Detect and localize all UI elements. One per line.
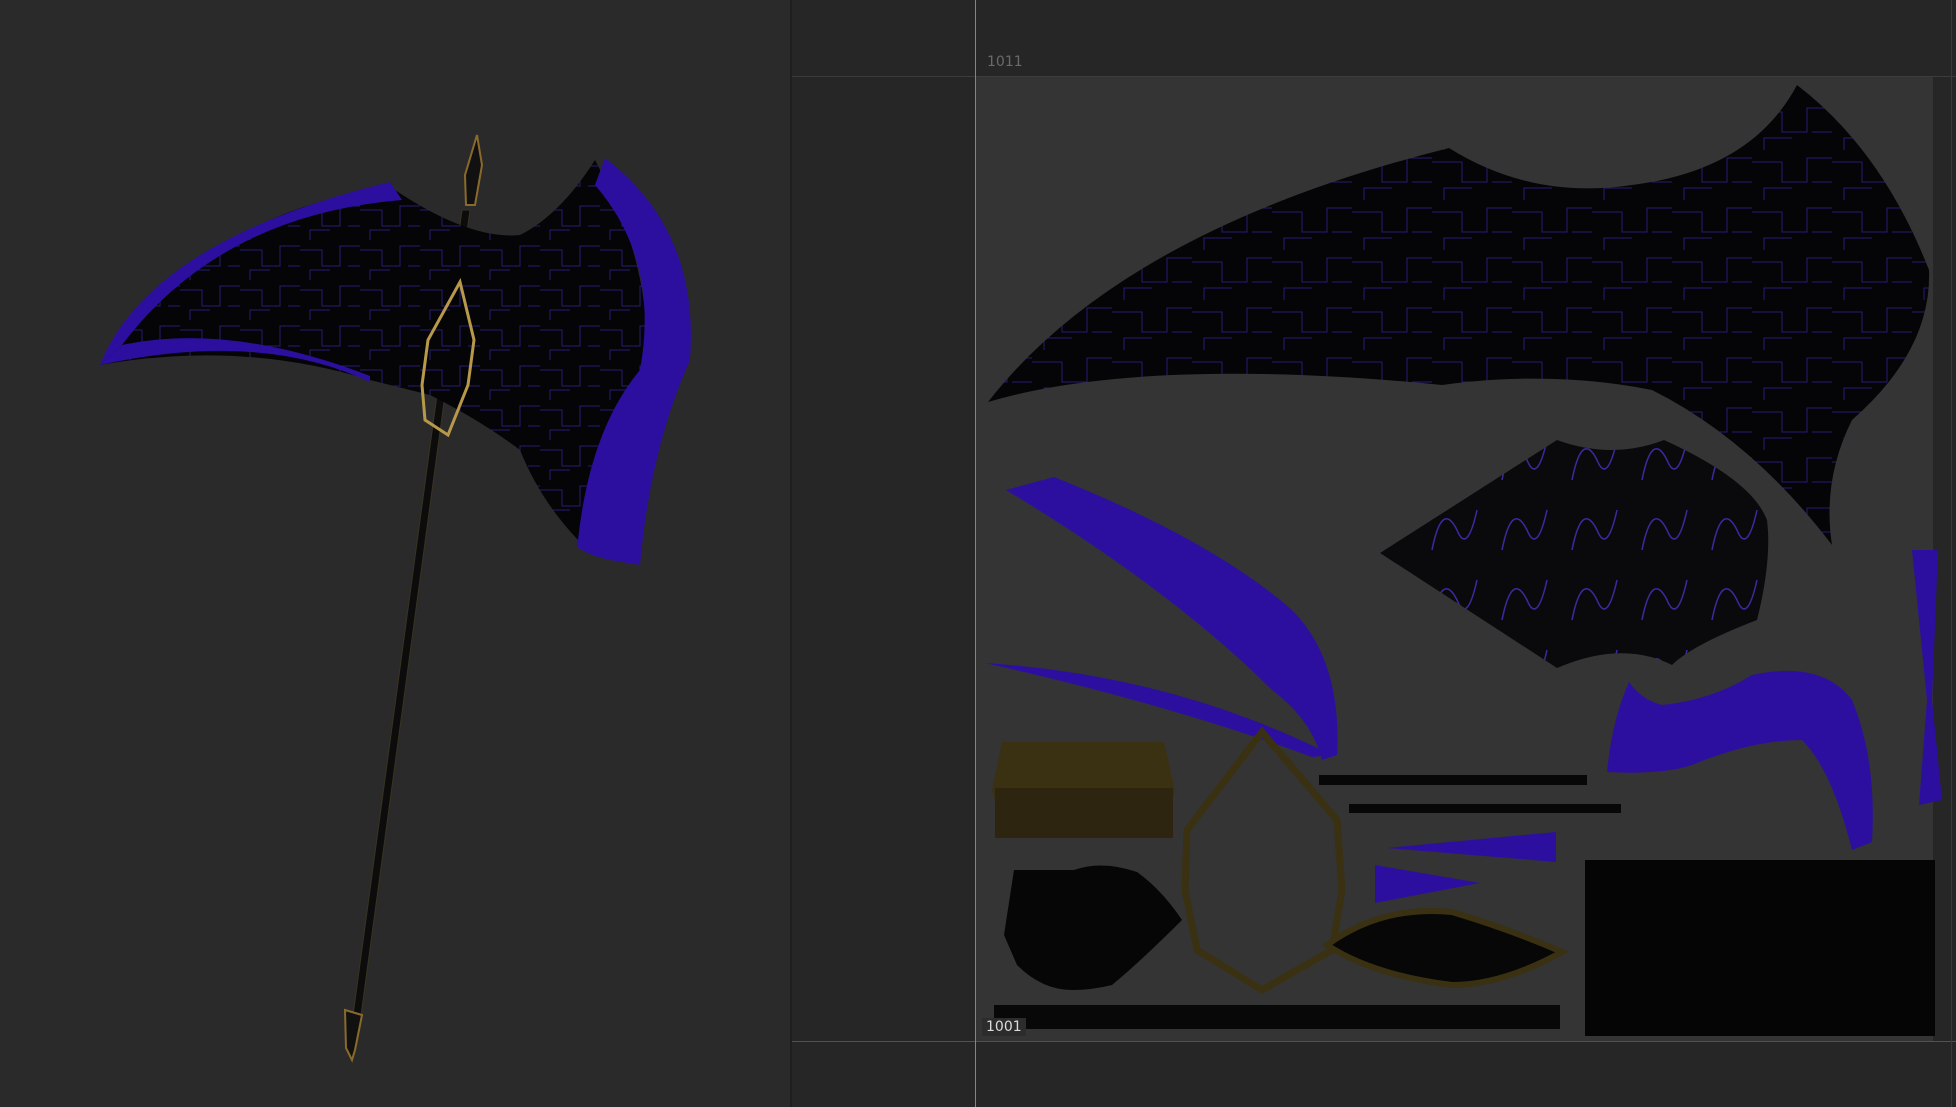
uv-island-strip-2 [1349, 804, 1621, 813]
shaft-bottom-spike [343, 1008, 364, 1063]
uv-island-guard-outline [1181, 726, 1346, 995]
uv-island-blade [988, 85, 1930, 545]
3d-viewport[interactable] [0, 0, 790, 1107]
uv-island-triangle-1 [1387, 832, 1556, 862]
uv-island-strip-1 [1319, 775, 1587, 785]
uv-island-lens [1321, 907, 1569, 989]
uv-editor-viewport[interactable]: 1011 1001 [792, 0, 1956, 1107]
udim-tile-label-lower: 1001 [982, 1018, 1026, 1036]
uv-island-spike [1912, 550, 1942, 805]
uv-island-edge-strip-1 [1006, 477, 1338, 760]
uv-island-diamond [1380, 440, 1769, 668]
uv-island-triangle-2 [1375, 865, 1480, 903]
uv-island-strip-bottom [994, 1005, 1560, 1029]
uv-islands [985, 85, 1942, 1036]
uv-island-gold-block-face [995, 788, 1173, 838]
uv-island-shield [1004, 865, 1182, 990]
uv-island-edge-wave [1607, 670, 1873, 850]
shaft-top-spike [463, 134, 484, 206]
uv-island-square [1585, 860, 1935, 1036]
scythe-model [100, 134, 691, 1063]
